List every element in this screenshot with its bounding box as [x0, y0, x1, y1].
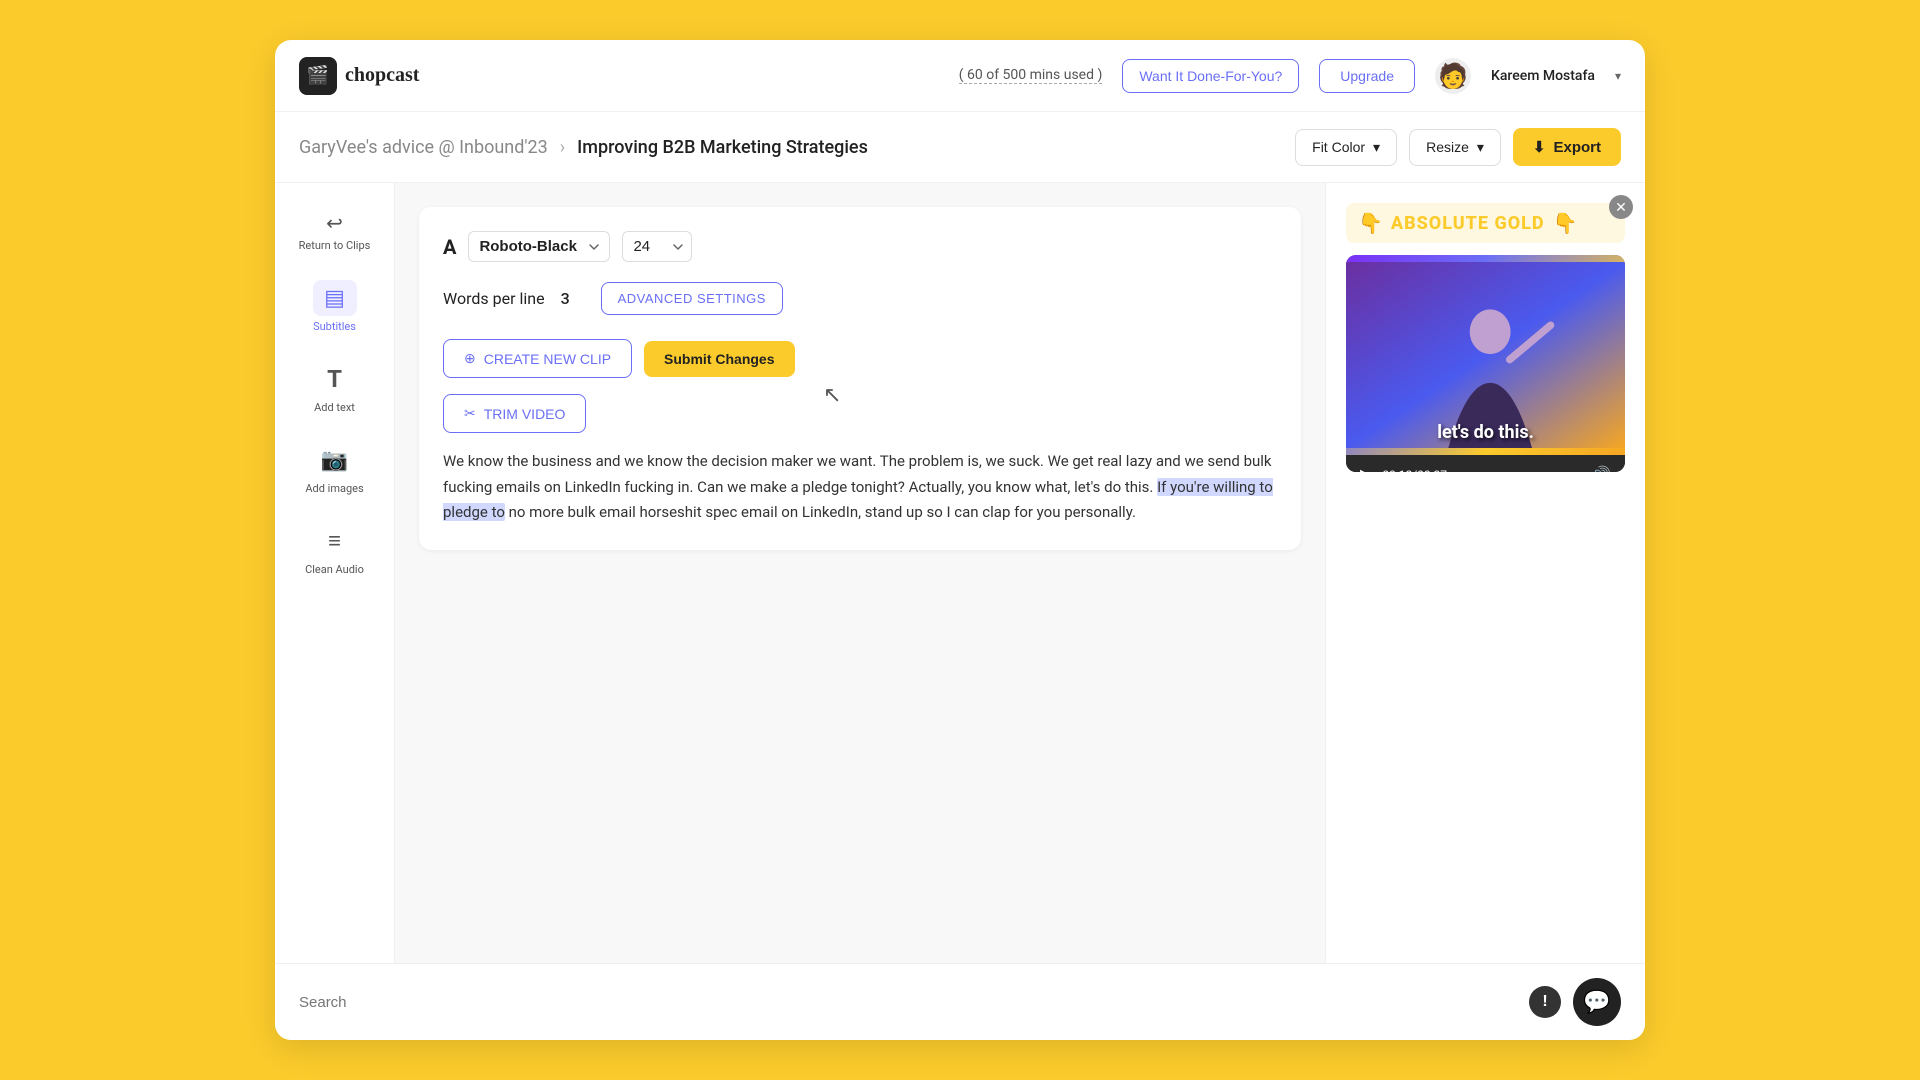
editor-card: A Roboto-Black 24 Words per line 3 ADVAN…	[419, 207, 1301, 550]
trim-video-label: TRIM VIDEO	[484, 406, 566, 422]
main-layout: ↩ Return to Clips ▤ Subtitles T Add text…	[275, 183, 1645, 963]
gold-badge-left-icon: 👇	[1358, 211, 1383, 235]
gold-badge: 👇 ABSOLUTE GOLD 👇 ✕	[1346, 203, 1625, 243]
user-name: Kareem Mostafa	[1491, 68, 1595, 84]
return-to-clips-label: Return to Clips	[299, 239, 371, 252]
close-badge-button[interactable]: ✕	[1609, 195, 1633, 219]
gold-badge-text: ABSOLUTE GOLD	[1391, 213, 1545, 234]
header: 🎬 chopcast ( 60 of 500 mins used ) Want …	[275, 40, 1645, 112]
create-clip-label: CREATE NEW CLIP	[484, 351, 611, 367]
transcript-after-highlight: no more bulk email horseshit spec email …	[505, 503, 1136, 521]
font-label-icon: A	[443, 235, 456, 259]
trim-video-button[interactable]: ✂ TRIM VIDEO	[443, 394, 586, 433]
close-badge-icon: ✕	[1615, 199, 1627, 216]
words-per-line-value: 3	[561, 289, 585, 308]
font-row: A Roboto-Black 24	[443, 231, 1277, 262]
export-label: Export	[1553, 139, 1601, 156]
sidebar: ↩ Return to Clips ▤ Subtitles T Add text…	[275, 183, 395, 963]
font-size-select[interactable]: 24	[622, 231, 692, 262]
subtitle-overlay: let's do this.	[1346, 422, 1625, 443]
transcript-text[interactable]: We know the business and we know the dec…	[443, 449, 1277, 526]
chat-icon: 💬	[1583, 989, 1610, 1015]
add-text-label: Add text	[314, 401, 355, 414]
breadcrumb-parent[interactable]: GaryVee's advice @ Inbound'23	[299, 137, 548, 158]
subtitle-text: let's do this.	[1437, 422, 1534, 443]
content-panel: A Roboto-Black 24 Words per line 3 ADVAN…	[395, 183, 1325, 963]
sidebar-item-clean-audio[interactable]: ≡ Clean Audio	[275, 511, 394, 588]
logo-text: chopcast	[345, 64, 419, 87]
volume-icon[interactable]: 🔊	[1591, 465, 1611, 472]
gold-badge-right-icon: 👇	[1553, 211, 1578, 235]
search-bar: ! 💬	[275, 963, 1645, 1040]
info-button[interactable]: !	[1529, 986, 1561, 1018]
sidebar-item-return-to-clips[interactable]: ↩ Return to Clips	[275, 199, 394, 264]
upgrade-button[interactable]: Upgrade	[1319, 59, 1415, 93]
popup-buttons-row: ⊕ CREATE NEW CLIP Submit Changes	[443, 339, 1277, 378]
transcript-gap: ss and we kn	[576, 452, 663, 470]
add-text-icon: T	[315, 363, 355, 395]
logo-icon: 🎬	[299, 57, 337, 95]
words-per-line-row: Words per line 3 ADVANCED SETTINGS	[443, 282, 1277, 315]
video-preview: let's do this. ▶ 00:18/00:27 🔊	[1346, 255, 1625, 472]
video-thumbnail: let's do this.	[1346, 255, 1625, 455]
words-per-line-label: Words per line	[443, 289, 545, 308]
user-menu-chevron-icon[interactable]: ▾	[1615, 69, 1621, 83]
sidebar-item-add-text[interactable]: T Add text	[275, 349, 394, 426]
submit-changes-button[interactable]: Submit Changes	[644, 341, 794, 377]
resize-button[interactable]: Resize ▾	[1409, 129, 1501, 166]
font-family-select[interactable]: Roboto-Black	[468, 231, 610, 262]
fit-color-button[interactable]: Fit Color ▾	[1295, 129, 1397, 166]
usage-text: ( 60 of 500 mins used )	[959, 67, 1103, 84]
resize-label: Resize	[1426, 139, 1469, 155]
transcript-before: We know the busine	[443, 452, 576, 470]
trim-video-scissors-icon: ✂	[464, 405, 476, 422]
resize-chevron-icon: ▾	[1477, 139, 1484, 156]
subtitles-icon: ▤	[315, 282, 355, 314]
fit-color-label: Fit Color	[1312, 139, 1365, 155]
export-button[interactable]: ⬇ Export	[1513, 128, 1621, 166]
sidebar-item-subtitles[interactable]: ▤ Subtitles	[275, 268, 394, 345]
add-images-label: Add images	[305, 482, 363, 495]
done-for-you-button[interactable]: Want It Done-For-You?	[1122, 59, 1299, 93]
create-clip-plus-icon: ⊕	[464, 350, 476, 367]
video-controls: ▶ 00:18/00:27 🔊	[1346, 455, 1625, 472]
subtitles-label: Subtitles	[313, 320, 356, 333]
video-time: 00:18/00:27	[1382, 468, 1472, 473]
info-icon: !	[1542, 993, 1547, 1011]
clean-audio-icon: ≡	[315, 525, 355, 557]
video-play-icon[interactable]: ▶	[1360, 465, 1372, 472]
breadcrumb-separator: ›	[560, 137, 565, 158]
right-panel: 👇 ABSOLUTE GOLD 👇 ✕	[1325, 183, 1645, 963]
clean-audio-label: Clean Audio	[305, 563, 364, 576]
create-new-clip-button[interactable]: ⊕ CREATE NEW CLIP	[443, 339, 632, 378]
fit-color-chevron-icon: ▾	[1373, 139, 1380, 156]
export-icon: ⬇	[1533, 138, 1546, 156]
subheader: GaryVee's advice @ Inbound'23 › Improvin…	[275, 112, 1645, 183]
search-input[interactable]	[299, 994, 914, 1011]
action-row: ⊕ CREATE NEW CLIP Submit Changes ✂ TRIM …	[443, 339, 1277, 433]
avatar: 🧑	[1435, 58, 1471, 94]
chat-button[interactable]: 💬	[1573, 978, 1621, 1026]
add-images-icon: 📷	[315, 444, 355, 476]
back-arrow-icon: ↩	[326, 211, 343, 235]
sidebar-item-add-images[interactable]: 📷 Add images	[275, 430, 394, 507]
logo: 🎬 chopcast	[299, 57, 419, 95]
advanced-settings-button[interactable]: ADVANCED SETTINGS	[601, 282, 783, 315]
breadcrumb-current: Improving B2B Marketing Strategies	[577, 137, 868, 158]
